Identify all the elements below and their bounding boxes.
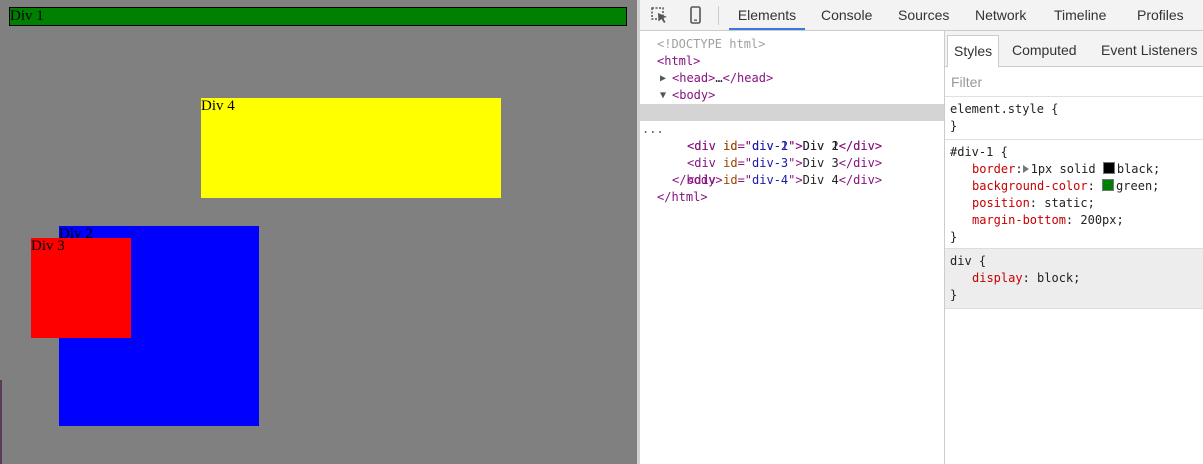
devtools-toolbar: Elements Console Sources Network Timelin… <box>640 0 1203 31</box>
dom-div-line[interactable]: <div id="div-3">Div 3</div> <box>640 138 944 170</box>
tab-sources[interactable]: Sources <box>898 0 949 30</box>
body-close-tag: </body> <box>672 173 723 187</box>
div-3-label: Div 3 <box>31 238 65 254</box>
head-close-tag: </head> <box>722 71 774 85</box>
css-property-name: border <box>972 162 1016 176</box>
tab-timeline[interactable]: Timeline <box>1054 0 1106 30</box>
rule-selector[interactable]: #div-1 { <box>950 144 1008 161</box>
window-edge <box>0 380 2 464</box>
styles-sidebar: Styles Computed Event Listeners Filter e… <box>945 31 1203 464</box>
mobile-device-icon[interactable] <box>685 6 705 24</box>
dom-tree: <!DOCTYPE html> <html> ▶ <head>…</head> ▼… <box>640 31 944 464</box>
color-swatch-icon[interactable] <box>1102 179 1115 191</box>
styles-filter-input[interactable]: Filter <box>945 67 1203 97</box>
dom-body-close-line[interactable]: </body> <box>640 172 944 189</box>
element-style-rule: element.style { } <box>945 97 1203 140</box>
rule-close-brace: } <box>950 288 958 302</box>
css-property-name: background-color <box>972 179 1088 193</box>
rule-close-brace: } <box>950 230 958 244</box>
dom-head-line[interactable]: ▶ <head>…</head> <box>640 70 944 87</box>
css-property-row[interactable]: display: block; <box>972 270 1080 287</box>
dom-div-line[interactable]: <div id="div-4">Div 4</div> <box>640 155 944 187</box>
css-property-value: static; <box>1044 196 1095 210</box>
tab-computed[interactable]: Computed <box>1012 35 1077 67</box>
dom-div-line-selected[interactable]: ... <div id="div-1">Div 1</div> <box>640 104 944 153</box>
page-preview: Div 1 Div 4 Div 2 Div 3 <box>0 0 637 464</box>
css-property-name: display <box>972 271 1023 285</box>
div-3-box[interactable]: Div 3 <box>31 238 131 338</box>
css-property-row[interactable]: border: 1px solid black; <box>972 161 1160 178</box>
tab-event-listeners[interactable]: Event Listeners <box>1101 35 1198 67</box>
css-swatch-value: black; <box>1116 162 1161 176</box>
div-4-label: Div 4 <box>201 98 235 114</box>
css-property-name: margin-bottom <box>972 213 1066 227</box>
inspect-cursor-icon[interactable] <box>650 6 670 24</box>
css-property-value: 1px solid <box>1030 162 1096 176</box>
css-property-value: block; <box>1037 271 1081 285</box>
body-open-tag: <body> <box>672 88 716 102</box>
head-ellipsis: … <box>715 71 723 85</box>
div-1-rule: #div-1 { border: 1px solid black; backgro… <box>945 140 1203 249</box>
tab-network[interactable]: Network <box>975 0 1026 30</box>
tab-console[interactable]: Console <box>821 0 872 30</box>
css-swatch-value: green; <box>1116 179 1160 193</box>
color-swatch-icon[interactable] <box>1102 162 1115 174</box>
html-open-tag: <html> <box>657 54 701 68</box>
tab-elements[interactable]: Elements <box>729 0 805 30</box>
div-1-label: Div 1 <box>10 8 44 24</box>
sidebar-tabs: Styles Computed Event Listeners <box>945 31 1203 67</box>
div-4-box[interactable]: Div 4 <box>201 98 501 198</box>
devtools-panel: Elements Console Sources Network Timelin… <box>640 0 1203 464</box>
head-open-tag: <head> <box>672 71 716 85</box>
rule-close-brace: } <box>950 119 958 133</box>
dom-html-line[interactable]: <html> <box>640 53 944 70</box>
expand-shorthand-icon[interactable] <box>1022 165 1029 173</box>
dom-doctype-line[interactable]: <!DOCTYPE html> <box>640 36 944 53</box>
tab-profiles[interactable]: Profiles <box>1137 0 1184 30</box>
tab-styles[interactable]: Styles <box>947 35 1000 67</box>
element-style-selector[interactable]: element.style { <box>950 101 1058 118</box>
dom-body-line[interactable]: ▼ <body> <box>640 87 944 104</box>
div-ua-rule: div { display: block; } <box>945 249 1203 309</box>
html-close-tag: </html> <box>657 190 708 204</box>
doctype-text: <!DOCTYPE html> <box>657 37 766 51</box>
css-property-value: 200px; <box>1080 213 1124 227</box>
div-1-box[interactable]: Div 1 <box>9 7 627 26</box>
rule-selector[interactable]: div { <box>950 253 986 270</box>
css-property-row[interactable]: background-color: green; <box>972 178 1159 195</box>
expand-triangle-icon[interactable]: ▶ <box>660 70 666 87</box>
dom-html-close-line[interactable]: </html> <box>640 189 944 206</box>
dom-div-line[interactable]: <div id="div-2">Div 2</div> <box>640 121 944 153</box>
collapse-triangle-icon[interactable]: ▼ <box>660 87 666 104</box>
css-property-name: position <box>972 196 1030 210</box>
css-property-row[interactable]: position: static; <box>972 195 1095 212</box>
css-property-row[interactable]: margin-bottom: 200px; <box>972 212 1124 229</box>
toolbar-separator <box>718 6 719 25</box>
